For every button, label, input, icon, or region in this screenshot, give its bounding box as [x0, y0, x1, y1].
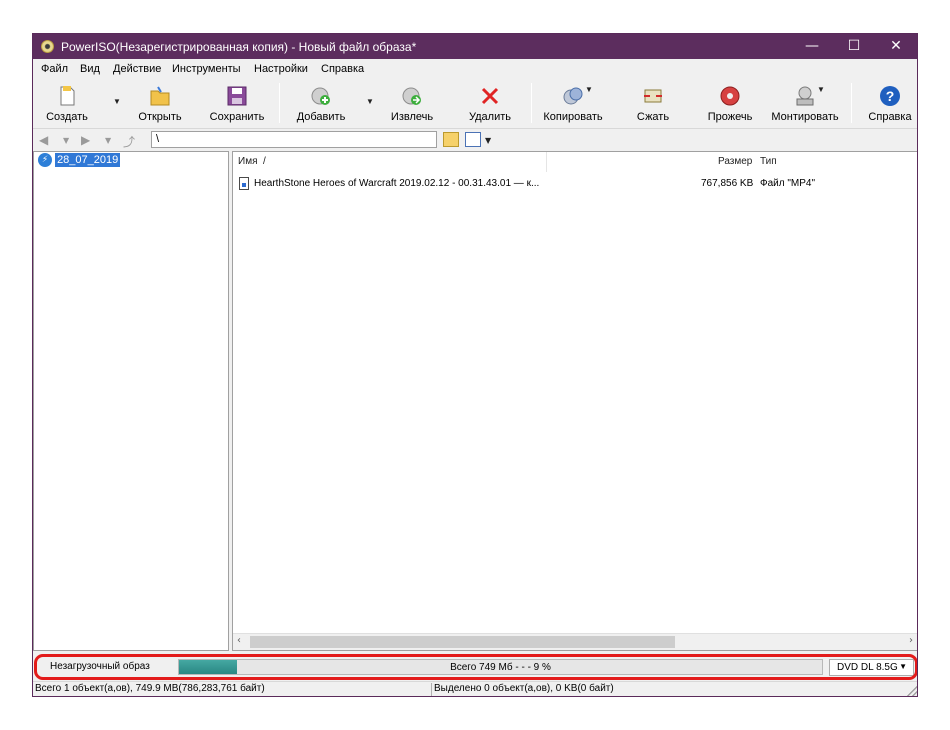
maximize-button[interactable]: ☐	[831, 34, 877, 59]
column-divider	[546, 152, 547, 172]
burn-disc-icon	[719, 85, 741, 107]
close-button[interactable]: ✕	[873, 34, 917, 59]
delete-button[interactable]: Удалить	[461, 81, 519, 127]
menu-view[interactable]: Вид	[80, 63, 100, 75]
help-button[interactable]: ? Справка	[863, 81, 917, 127]
save-button[interactable]: Сохранить	[205, 81, 269, 127]
copy-disc-icon	[562, 85, 584, 107]
new-file-icon	[56, 85, 78, 107]
toolbar-separator	[279, 83, 280, 123]
toolbar: Создать ▼ Открыть Сохранить Добавить ▼ И…	[33, 79, 917, 129]
scroll-right-icon[interactable]: ›	[909, 635, 913, 646]
help-question-icon: ?	[879, 85, 901, 107]
svg-text:?: ?	[886, 88, 895, 104]
menu-tools[interactable]: Инструменты	[172, 63, 241, 75]
horizontal-scrollbar[interactable]: ‹ ›	[233, 633, 917, 650]
add-disc-icon	[310, 85, 332, 107]
tree-node-label: 28_07_2019	[55, 153, 121, 167]
folder-tree: ⚡ 28_07_2019	[33, 151, 229, 651]
column-header-name[interactable]: Имя /	[238, 156, 266, 167]
mount-drive-icon	[794, 85, 816, 107]
menu-settings[interactable]: Настройки	[254, 63, 308, 75]
open-button[interactable]: Открыть	[131, 81, 189, 127]
extract-button[interactable]: Извлечь	[383, 81, 441, 127]
column-header-type[interactable]: Тип	[760, 156, 777, 167]
sort-indicator-icon: /	[263, 156, 266, 167]
back-dropdown-icon[interactable]: ▼	[63, 136, 69, 145]
add-dropdown-icon[interactable]: ▼	[366, 97, 374, 106]
extract-disc-icon	[401, 85, 423, 107]
column-header-size[interactable]: Размер	[718, 156, 752, 167]
view-mode-icon[interactable]	[465, 132, 481, 147]
navigation-bar: ◀ ▼ ▶ ▼ ⤴ \ ▼	[33, 130, 917, 150]
lightning-disc-icon: ⚡	[38, 153, 52, 167]
resize-grip-icon[interactable]	[907, 686, 917, 696]
file-name: HearthStone Heroes of Warcraft 2019.02.1…	[254, 178, 540, 189]
status-divider	[431, 683, 432, 696]
create-dropdown-icon[interactable]: ▼	[113, 97, 121, 106]
capacity-bar: Незагрузочный образ Всего 749 Мб - - - 9…	[33, 653, 917, 680]
status-total: Всего 1 объект(а,ов), 749.9 MB(786,283,7…	[35, 683, 265, 694]
copy-button[interactable]: Копировать	[541, 81, 605, 127]
tree-node-root[interactable]: ⚡ 28_07_2019	[38, 153, 121, 167]
scrollbar-thumb[interactable]	[250, 636, 675, 648]
copy-dropdown-icon[interactable]: ▼	[585, 85, 593, 94]
table-row[interactable]: HearthStone Heroes of Warcraft 2019.02.1…	[237, 176, 915, 192]
file-type: Файл "MP4"	[760, 178, 816, 189]
status-bar: Всего 1 объект(а,ов), 749.9 MB(786,283,7…	[33, 681, 917, 696]
highlight-outline	[34, 654, 917, 680]
back-icon[interactable]: ◀	[39, 133, 48, 147]
menu-bar: Файл Вид Действие Инструменты Настройки …	[33, 59, 917, 79]
view-mode-dropdown-icon[interactable]: ▼	[485, 136, 491, 145]
file-size: 767,856 KB	[701, 178, 754, 189]
title-bar[interactable]: PowerISO(Незарегистрированная копия) - Н…	[33, 34, 917, 59]
up-folder-icon[interactable]: ⤴	[123, 133, 135, 150]
create-button[interactable]: Создать	[37, 81, 97, 127]
delete-x-icon	[479, 85, 501, 107]
video-file-icon	[239, 177, 249, 190]
file-list: Имя / Размер Тип HearthStone Heroes of W…	[232, 151, 917, 651]
burn-button[interactable]: Прожечь	[701, 81, 759, 127]
menu-file[interactable]: Файл	[41, 63, 68, 75]
minimize-button[interactable]: —	[789, 34, 835, 59]
add-button[interactable]: Добавить	[291, 81, 351, 127]
app-window: PowerISO(Незарегистрированная копия) - Н…	[32, 33, 918, 697]
forward-icon[interactable]: ▶	[81, 133, 90, 147]
status-selected: Выделено 0 объект(а,ов), 0 KB(0 байт)	[434, 683, 614, 694]
menu-action[interactable]: Действие	[113, 63, 161, 75]
compress-button[interactable]: Сжать	[625, 81, 681, 127]
scroll-left-icon[interactable]: ‹	[237, 635, 241, 646]
mount-dropdown-icon[interactable]: ▼	[817, 85, 825, 94]
poweriso-logo-icon	[41, 40, 54, 53]
menu-help[interactable]: Справка	[321, 63, 364, 75]
toolbar-separator	[531, 83, 532, 123]
window-title: PowerISO(Незарегистрированная копия) - Н…	[61, 40, 417, 54]
toolbar-separator	[851, 83, 852, 123]
folder-view-icon[interactable]	[443, 132, 459, 147]
compress-icon	[642, 85, 664, 107]
forward-dropdown-icon[interactable]: ▼	[105, 136, 111, 145]
mount-button[interactable]: Монтировать	[769, 81, 841, 127]
open-folder-icon	[149, 85, 171, 107]
path-field[interactable]: \	[151, 131, 437, 148]
floppy-disk-icon	[226, 85, 248, 107]
